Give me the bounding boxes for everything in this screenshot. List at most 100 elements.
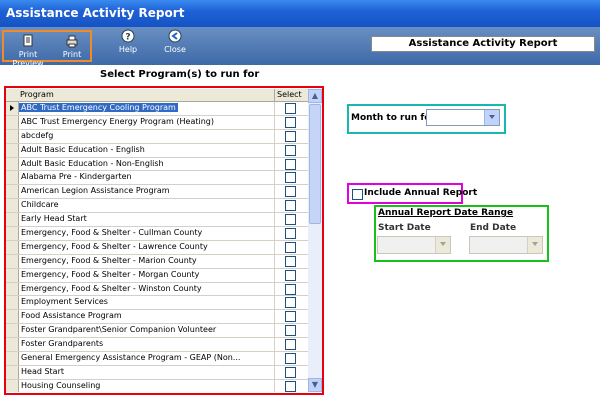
program-name[interactable]: Foster Grandparents — [21, 339, 103, 348]
scroll-thumb[interactable] — [309, 104, 321, 224]
row-indicator[interactable] — [6, 199, 19, 213]
row-indicator[interactable] — [6, 365, 19, 379]
table-row[interactable]: Emergency, Food & Shelter - Morgan Count… — [6, 268, 308, 283]
table-row[interactable]: Head Start — [6, 365, 308, 380]
program-name[interactable]: Emergency, Food & Shelter - Marion Count… — [21, 256, 197, 265]
select-checkbox[interactable] — [285, 172, 296, 184]
row-indicator[interactable] — [6, 240, 19, 254]
row-indicator[interactable] — [6, 296, 19, 310]
table-row[interactable]: Emergency, Food & Shelter - Winston Coun… — [6, 282, 308, 297]
row-indicator[interactable] — [6, 171, 19, 185]
program-name[interactable]: Employment Services — [21, 297, 108, 306]
program-name[interactable]: Foster Grandparent\Senior Companion Volu… — [21, 325, 216, 334]
select-checkbox[interactable] — [285, 214, 296, 226]
row-indicator[interactable] — [6, 115, 19, 129]
program-name[interactable]: ABC Trust Emergency Cooling Program — [19, 103, 178, 112]
select-checkbox[interactable] — [285, 116, 296, 128]
table-row[interactable]: Employment Services — [6, 296, 308, 311]
print-preview-button[interactable]: Print Preview — [6, 34, 50, 68]
program-name[interactable]: Head Start — [21, 367, 64, 376]
select-checkbox[interactable] — [285, 158, 296, 170]
chevron-down-icon[interactable] — [484, 110, 499, 125]
include-annual-checkbox[interactable] — [352, 189, 363, 200]
row-indicator[interactable] — [6, 254, 19, 268]
row-indicator[interactable] — [6, 268, 19, 282]
column-header-select[interactable]: Select — [277, 90, 302, 99]
table-row[interactable]: ABC Trust Emergency Energy Program (Heat… — [6, 115, 308, 130]
help-button[interactable]: ? Help — [113, 29, 143, 54]
row-indicator[interactable] — [6, 129, 19, 143]
vertical-scrollbar[interactable]: ▲ ▼ — [308, 89, 322, 392]
row-indicator[interactable] — [6, 227, 19, 240]
program-name[interactable]: Adult Basic Education - Non-English — [21, 159, 164, 168]
program-name[interactable]: Emergency, Food & Shelter - Morgan Count… — [21, 270, 199, 279]
select-checkbox[interactable] — [285, 366, 296, 378]
row-indicator[interactable] — [6, 185, 19, 199]
select-checkbox[interactable] — [285, 325, 296, 337]
row-indicator[interactable] — [6, 379, 19, 392]
select-checkbox[interactable] — [285, 144, 296, 156]
table-row[interactable]: Foster Grandparent\Senior Companion Volu… — [6, 324, 308, 339]
program-name[interactable]: General Emergency Assistance Program - G… — [21, 353, 240, 362]
select-checkbox[interactable] — [285, 297, 296, 309]
programs-grid[interactable]: Program Select ABC Trust Emergency Cooli… — [6, 89, 322, 392]
table-row[interactable]: Alabama Pre - Kindergarten — [6, 171, 308, 186]
program-name[interactable]: Emergency, Food & Shelter - Cullman Coun… — [21, 228, 202, 237]
program-name[interactable]: Emergency, Food & Shelter - Lawrence Cou… — [21, 242, 208, 251]
row-indicator[interactable] — [6, 324, 19, 338]
select-checkbox[interactable] — [285, 380, 296, 392]
table-row[interactable]: Childcare — [6, 199, 308, 214]
table-row[interactable]: Housing Counseling — [6, 379, 308, 392]
select-checkbox[interactable] — [285, 130, 296, 142]
program-name[interactable]: Alabama Pre - Kindergarten — [21, 172, 132, 181]
table-row[interactable]: Adult Basic Education - English — [6, 143, 308, 158]
program-name[interactable]: American Legion Assistance Program — [21, 186, 170, 195]
select-checkbox[interactable] — [285, 269, 296, 281]
select-checkbox[interactable] — [285, 283, 296, 295]
program-name[interactable]: Food Assistance Program — [21, 311, 122, 320]
table-row[interactable]: Food Assistance Program — [6, 310, 308, 325]
table-row[interactable]: abcdefg — [6, 129, 308, 144]
program-name[interactable]: Childcare — [21, 200, 59, 209]
column-header-program[interactable]: Program — [20, 90, 54, 99]
row-indicator[interactable] — [6, 102, 19, 115]
program-name[interactable]: abcdefg — [21, 131, 53, 140]
row-indicator[interactable] — [6, 338, 19, 352]
table-row[interactable]: American Legion Assistance Program — [6, 185, 308, 200]
row-indicator[interactable] — [6, 213, 19, 227]
select-checkbox[interactable] — [285, 339, 296, 351]
chevron-down-icon[interactable] — [527, 237, 542, 253]
month-dropdown[interactable] — [426, 109, 500, 126]
program-name[interactable]: Housing Counseling — [21, 381, 100, 390]
select-checkbox[interactable] — [285, 241, 296, 253]
program-name[interactable]: Emergency, Food & Shelter - Winston Coun… — [21, 284, 202, 293]
row-indicator[interactable] — [6, 282, 19, 296]
select-checkbox[interactable] — [285, 353, 296, 365]
start-date-dropdown[interactable] — [377, 236, 451, 254]
print-button[interactable]: Print — [56, 34, 88, 59]
select-checkbox[interactable] — [285, 200, 296, 212]
chevron-down-icon[interactable] — [435, 237, 450, 253]
select-checkbox[interactable] — [285, 311, 296, 323]
program-name[interactable]: Adult Basic Education - English — [21, 145, 145, 154]
program-name[interactable]: ABC Trust Emergency Energy Program (Heat… — [21, 117, 214, 126]
scroll-up-button[interactable]: ▲ — [308, 89, 322, 103]
scroll-down-button[interactable]: ▼ — [308, 378, 322, 392]
table-row[interactable]: Foster Grandparents — [6, 338, 308, 353]
table-row[interactable]: ABC Trust Emergency Cooling Program — [6, 102, 308, 116]
row-indicator[interactable] — [6, 310, 19, 324]
select-checkbox[interactable] — [285, 255, 296, 267]
include-annual-label[interactable]: Include Annual Report — [364, 188, 477, 198]
table-row[interactable]: General Emergency Assistance Program - G… — [6, 352, 308, 366]
select-checkbox[interactable] — [285, 103, 296, 114]
row-indicator[interactable] — [6, 157, 19, 171]
table-row[interactable]: Emergency, Food & Shelter - Lawrence Cou… — [6, 240, 308, 255]
row-indicator[interactable] — [6, 143, 19, 157]
table-row[interactable]: Emergency, Food & Shelter - Marion Count… — [6, 254, 308, 269]
select-checkbox[interactable] — [285, 186, 296, 198]
program-name[interactable]: Early Head Start — [21, 214, 87, 223]
end-date-dropdown[interactable] — [469, 236, 543, 254]
close-button[interactable]: Close — [160, 29, 190, 54]
row-indicator[interactable] — [6, 352, 19, 365]
table-row[interactable]: Early Head Start — [6, 213, 308, 228]
